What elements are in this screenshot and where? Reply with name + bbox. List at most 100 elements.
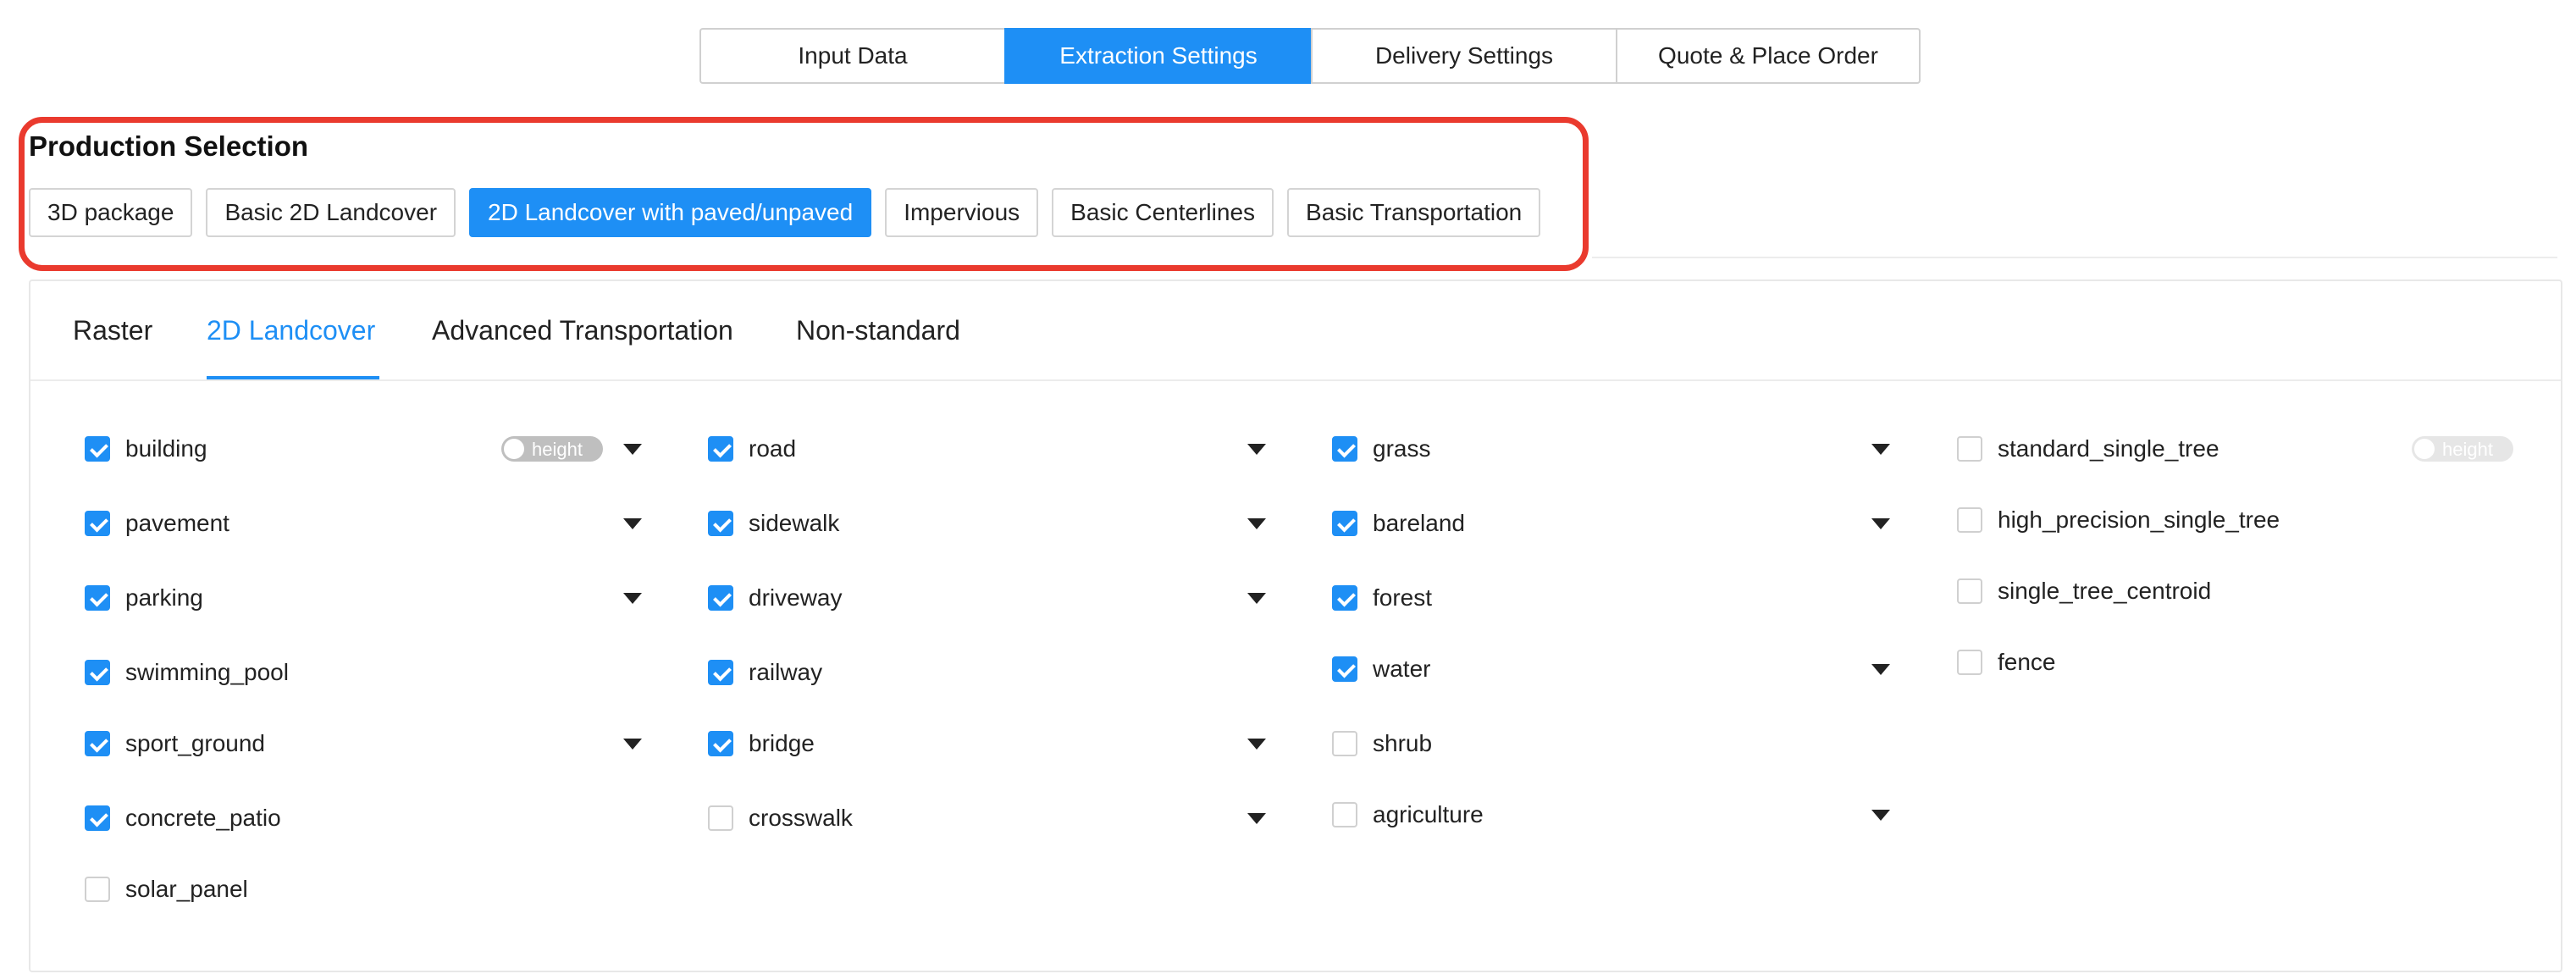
feature-bridge[interactable]: bridge xyxy=(708,727,815,761)
chevron-down-icon[interactable] xyxy=(1871,664,1890,675)
chevron-down-icon[interactable] xyxy=(1247,593,1266,604)
feature-checkbox[interactable] xyxy=(1957,650,1982,675)
feature-label: fence xyxy=(1998,649,2056,675)
toggle-label: height xyxy=(532,439,583,460)
chevron-down-icon[interactable] xyxy=(1247,739,1266,750)
feature-high-precision-single-tree[interactable]: high_precision_single_tree xyxy=(1957,503,2280,537)
feature-checkbox[interactable] xyxy=(1332,436,1357,462)
tab-advanced-transportation[interactable]: Advanced Transportation xyxy=(432,315,733,346)
feature-checkbox[interactable] xyxy=(85,877,110,902)
chevron-down-icon[interactable] xyxy=(623,518,642,529)
feature-label: grass xyxy=(1373,435,1431,462)
feature-single-tree-centroid[interactable]: single_tree_centroid xyxy=(1957,574,2211,608)
feature-label: shrub xyxy=(1373,730,1433,756)
tab-non-standard[interactable]: Non-standard xyxy=(796,315,960,346)
feature-label: parking xyxy=(125,584,203,611)
feature-concrete-patio[interactable]: concrete_patio xyxy=(85,801,281,835)
chevron-down-icon[interactable] xyxy=(1871,810,1890,821)
production-options: 3D package Basic 2D Landcover 2D Landcov… xyxy=(29,188,1541,237)
feature-label: water xyxy=(1373,656,1431,682)
feature-checkbox[interactable] xyxy=(708,805,733,831)
feature-checkbox[interactable] xyxy=(1332,802,1357,827)
production-impervious-button[interactable]: Impervious xyxy=(885,188,1039,237)
feature-checkbox[interactable] xyxy=(85,436,110,462)
feature-checkbox[interactable] xyxy=(708,660,733,685)
feature-label: building xyxy=(125,435,207,462)
height-toggle: height xyxy=(2412,436,2513,462)
feature-road[interactable]: road xyxy=(708,432,796,466)
height-toggle[interactable]: height xyxy=(501,436,603,462)
chevron-down-icon[interactable] xyxy=(623,444,642,455)
extraction-card: Raster 2D Landcover Advanced Transportat… xyxy=(29,279,2562,972)
production-3d-package-button[interactable]: 3D package xyxy=(29,188,193,237)
feature-shrub[interactable]: shrub xyxy=(1332,727,1432,761)
feature-checkbox[interactable] xyxy=(85,585,110,611)
feature-agriculture[interactable]: agriculture xyxy=(1332,798,1484,832)
feature-label: crosswalk xyxy=(749,805,853,831)
chevron-down-icon[interactable] xyxy=(1871,518,1890,529)
chevron-down-icon[interactable] xyxy=(623,739,642,750)
feature-checkbox[interactable] xyxy=(1957,436,1982,462)
chevron-down-icon[interactable] xyxy=(1247,813,1266,824)
production-2d-landcover-paved-button[interactable]: 2D Landcover with paved/unpaved xyxy=(469,188,872,237)
feature-tabs: Raster 2D Landcover Advanced Transportat… xyxy=(30,281,2561,381)
feature-checkbox[interactable] xyxy=(708,436,733,462)
feature-checkbox[interactable] xyxy=(708,731,733,756)
chevron-down-icon[interactable] xyxy=(1247,444,1266,455)
tab-2d-landcover[interactable]: 2D Landcover xyxy=(207,315,375,346)
feature-label: solar_panel xyxy=(125,876,248,902)
production-basic-centerlines-button[interactable]: Basic Centerlines xyxy=(1052,188,1274,237)
chevron-down-icon[interactable] xyxy=(1247,518,1266,529)
active-tab-indicator xyxy=(207,376,379,379)
feature-checkbox[interactable] xyxy=(1957,578,1982,604)
step-extraction-settings[interactable]: Extraction Settings xyxy=(1004,28,1311,84)
feature-parking[interactable]: parking xyxy=(85,581,203,615)
feature-driveway[interactable]: driveway xyxy=(708,581,842,615)
feature-checkbox[interactable] xyxy=(85,731,110,756)
feature-label: single_tree_centroid xyxy=(1998,578,2212,604)
feature-building[interactable]: building xyxy=(85,432,207,466)
tab-raster[interactable]: Raster xyxy=(73,315,152,346)
feature-standard-single-tree[interactable]: standard_single_tree xyxy=(1957,432,2219,466)
feature-checkbox[interactable] xyxy=(85,660,110,685)
step-quote-place-order[interactable]: Quote & Place Order xyxy=(1616,28,1921,84)
feature-checkbox[interactable] xyxy=(1332,656,1357,682)
chevron-down-icon[interactable] xyxy=(1871,444,1890,455)
feature-pavement[interactable]: pavement xyxy=(85,506,229,540)
feature-sport-ground[interactable]: sport_ground xyxy=(85,727,265,761)
feature-label: railway xyxy=(749,659,823,685)
feature-water[interactable]: water xyxy=(1332,652,1430,686)
feature-sidewalk[interactable]: sidewalk xyxy=(708,506,839,540)
production-basic-2d-landcover-button[interactable]: Basic 2D Landcover xyxy=(206,188,456,237)
feature-label: sport_ground xyxy=(125,730,266,756)
feature-railway[interactable]: railway xyxy=(708,656,822,689)
feature-label: sidewalk xyxy=(749,510,840,536)
feature-checkbox[interactable] xyxy=(85,511,110,536)
feature-label: high_precision_single_tree xyxy=(1998,506,2280,533)
feature-label: driveway xyxy=(749,584,843,611)
feature-label: forest xyxy=(1373,584,1433,611)
feature-fence[interactable]: fence xyxy=(1957,645,2056,679)
chevron-down-icon[interactable] xyxy=(623,593,642,604)
step-input-data[interactable]: Input Data xyxy=(699,28,1004,84)
feature-crosswalk[interactable]: crosswalk xyxy=(708,801,853,835)
feature-checkbox[interactable] xyxy=(85,805,110,831)
feature-swimming-pool[interactable]: swimming_pool xyxy=(85,656,289,689)
feature-checkbox[interactable] xyxy=(1332,511,1357,536)
feature-forest[interactable]: forest xyxy=(1332,581,1432,615)
feature-label: bareland xyxy=(1373,510,1465,536)
feature-label: agriculture xyxy=(1373,801,1484,827)
feature-checkbox[interactable] xyxy=(1332,585,1357,611)
feature-label: swimming_pool xyxy=(125,659,289,685)
feature-checkbox[interactable] xyxy=(708,511,733,536)
step-delivery-settings[interactable]: Delivery Settings xyxy=(1311,28,1616,84)
toggle-label: height xyxy=(2442,439,2493,460)
feature-checkbox[interactable] xyxy=(1332,731,1357,756)
feature-checkbox[interactable] xyxy=(708,585,733,611)
feature-label: pavement xyxy=(125,510,229,536)
production-basic-transportation-button[interactable]: Basic Transportation xyxy=(1287,188,1541,237)
feature-bareland[interactable]: bareland xyxy=(1332,506,1465,540)
feature-solar-panel[interactable]: solar_panel xyxy=(85,872,248,906)
feature-checkbox[interactable] xyxy=(1957,507,1982,533)
feature-grass[interactable]: grass xyxy=(1332,432,1430,466)
